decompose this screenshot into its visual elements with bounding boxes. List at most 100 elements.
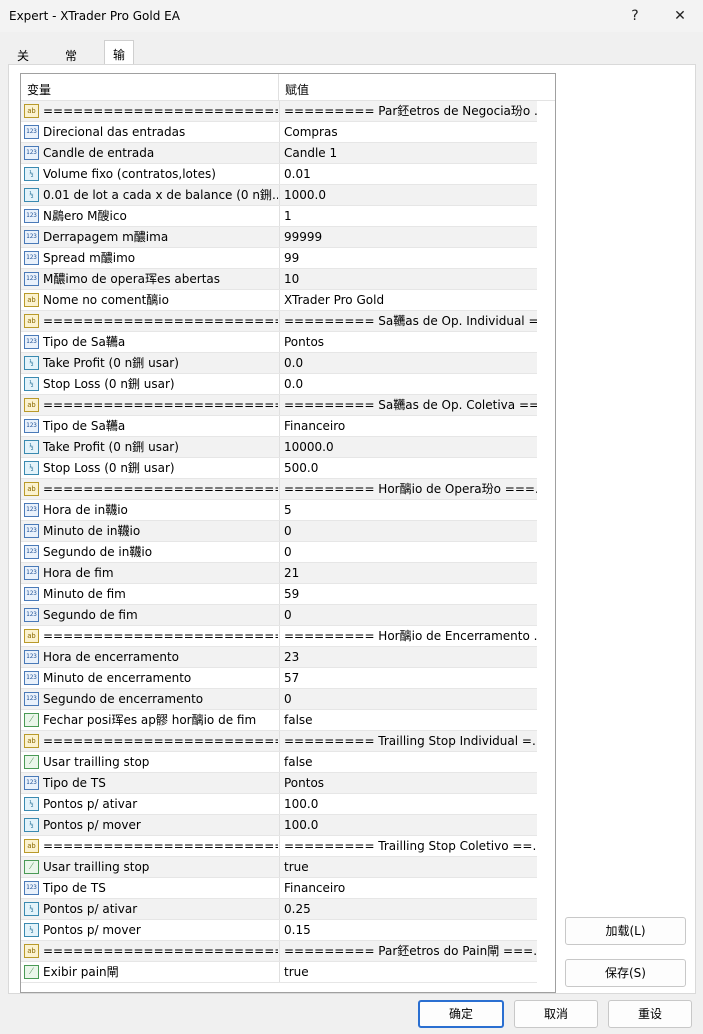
value-cell[interactable]: 100.0 [279, 815, 537, 835]
value-cell[interactable]: 10000.0 [279, 437, 537, 457]
table-row[interactable]: 123 Minuto de encerramento 57 [21, 668, 537, 689]
value-cell[interactable]: 0 [279, 605, 537, 625]
value-cell[interactable]: 1000.0 [279, 185, 537, 205]
table-row[interactable]: 123 Segundo de fim 0 [21, 605, 537, 626]
save-button[interactable]: 保存(S) [565, 959, 686, 987]
value-cell[interactable]: Pontos [279, 332, 537, 352]
value-cell[interactable]: 59 [279, 584, 537, 604]
table-row[interactable]: ab =========================...========= … [21, 941, 537, 962]
table-row[interactable]: 123 N鷐ero M醙ico 1 [21, 206, 537, 227]
help-button[interactable]: ? [620, 4, 650, 28]
value-cell[interactable]: 100.0 [279, 794, 537, 814]
variable-name: Stop Loss (0 n鉶 usar) [43, 461, 175, 475]
tab-about[interactable]: 关于 [8, 41, 38, 80]
table-row[interactable]: 123 Minuto de in韈io 0 [21, 521, 537, 542]
value-cell[interactable]: 23 [279, 647, 537, 667]
value-cell[interactable]: true [279, 962, 537, 982]
table-row[interactable]: 123 Segundo de encerramento 0 [21, 689, 537, 710]
value-cell[interactable]: ========= Par鉟etros de Negocia玢o ... [279, 101, 537, 121]
value-cell[interactable]: Pontos [279, 773, 537, 793]
value-cell[interactable]: 10 [279, 269, 537, 289]
variable-name: Segundo de encerramento [43, 692, 204, 706]
value-cell[interactable]: Candle 1 [279, 143, 537, 163]
value-cell[interactable]: 57 [279, 668, 537, 688]
cancel-button[interactable]: 取消 [514, 1000, 598, 1028]
table-row[interactable]: 123 Minuto de fim 59 [21, 584, 537, 605]
value-cell[interactable]: ========= Sa韉as de Op. Individual =... [279, 311, 537, 331]
value-cell[interactable]: 0.15 [279, 920, 537, 940]
value-cell[interactable]: true [279, 857, 537, 877]
value-cell[interactable]: ========= Trailling Stop Coletivo ==... [279, 836, 537, 856]
table-row[interactable]: 123 Tipo de Sa韉a Financeiro [21, 416, 537, 437]
value-cell[interactable]: Financeiro [279, 416, 537, 436]
table-row[interactable]: ½ Pontos p/ mover 0.15 [21, 920, 537, 941]
table-row[interactable]: 123 Derrapagem m醲ima 99999 [21, 227, 537, 248]
table-row[interactable]: 123 Spread m醲imo 99 [21, 248, 537, 269]
load-button[interactable]: 加载(L) [565, 917, 686, 945]
value-cell[interactable]: 0.25 [279, 899, 537, 919]
value-cell[interactable]: XTrader Pro Gold [279, 290, 537, 310]
reset-button[interactable]: 重设 [608, 1000, 692, 1028]
value-cell[interactable]: 5 [279, 500, 537, 520]
table-row[interactable]: ab =========================...========= … [21, 626, 537, 647]
table-row[interactable]: ab =========================...========= … [21, 836, 537, 857]
table-row[interactable]: ½ Take Profit (0 n鉶 usar) 10000.0 [21, 437, 537, 458]
table-row[interactable]: 123 Direcional das entradas Compras [21, 122, 537, 143]
table-row[interactable]: ab =========================...========= … [21, 731, 537, 752]
table-row[interactable]: ½ Pontos p/ ativar 100.0 [21, 794, 537, 815]
table-row[interactable]: 123 Hora de in韈io 5 [21, 500, 537, 521]
table-row[interactable]: 123 Hora de encerramento 23 [21, 647, 537, 668]
table-row[interactable]: 123 M醲imo de opera珲es abertas 10 [21, 269, 537, 290]
value-cell[interactable]: Financeiro [279, 878, 537, 898]
table-row[interactable]: ab =========================...========= … [21, 395, 537, 416]
value-cell[interactable]: ========= Sa韉as de Op. Coletiva ==... [279, 395, 537, 415]
value-cell[interactable]: 500.0 [279, 458, 537, 478]
table-row[interactable]: ⁄ Fechar posi珲es ap髎 hor醨io de fim false [21, 710, 537, 731]
column-header-value[interactable]: 赋值 [279, 74, 309, 101]
table-row[interactable]: ⁄ Usar trailling stop true [21, 857, 537, 878]
value-cell[interactable]: ========= Hor醨io de Encerramento ... [279, 626, 537, 646]
value-cell[interactable]: ========= Trailling Stop Individual =... [279, 731, 537, 751]
table-row[interactable]: ab =========================...========= … [21, 101, 537, 122]
table-row[interactable]: 123 Tipo de TS Pontos [21, 773, 537, 794]
value-cell[interactable]: 99999 [279, 227, 537, 247]
value-cell[interactable]: 0 [279, 689, 537, 709]
tab-common[interactable]: 常用 [56, 41, 86, 80]
table-row[interactable]: ⁄ Usar trailling stop false [21, 752, 537, 773]
value-cell[interactable]: 0.01 [279, 164, 537, 184]
table-row[interactable]: ⁄ Exibir pain閘 true [21, 962, 537, 983]
table-row[interactable]: 123 Candle de entrada Candle 1 [21, 143, 537, 164]
table-row[interactable]: ½ Volume fixo (contratos,lotes) 0.01 [21, 164, 537, 185]
table-row[interactable]: ab Nome no coment醨io XTrader Pro Gold [21, 290, 537, 311]
value-cell[interactable]: Compras [279, 122, 537, 142]
ok-button[interactable]: 确定 [418, 1000, 504, 1028]
table-row[interactable]: 123 Tipo de Sa韉a Pontos [21, 332, 537, 353]
value-cell[interactable]: false [279, 710, 537, 730]
table-row[interactable]: ab =========================...========= … [21, 479, 537, 500]
value-cell[interactable]: 0 [279, 521, 537, 541]
tab-inputs[interactable]: 输入参数 [104, 40, 135, 113]
table-row[interactable]: ½ Stop Loss (0 n鉶 usar) 0.0 [21, 374, 537, 395]
table-row[interactable]: ½ Stop Loss (0 n鉶 usar) 500.0 [21, 458, 537, 479]
variable-name: =========================... [43, 629, 278, 643]
variable-name: N鷐ero M醙ico [43, 209, 127, 223]
value-cell[interactable]: ========= Hor醨io de Opera玢o ===... [279, 479, 537, 499]
table-row[interactable]: 123 Tipo de TS Financeiro [21, 878, 537, 899]
value-cell[interactable]: 0.0 [279, 374, 537, 394]
value-cell[interactable]: false [279, 752, 537, 772]
close-button[interactable]: ✕ [665, 4, 695, 28]
table-row[interactable]: 123 Hora de fim 21 [21, 563, 537, 584]
value-cell[interactable]: 0.0 [279, 353, 537, 373]
table-row[interactable]: ½ 0.01 de lot a cada x de balance (0 n鉶..… [21, 185, 537, 206]
table-row[interactable]: ab =========================...========= … [21, 311, 537, 332]
table-row[interactable]: 123 Segundo de in韈io 0 [21, 542, 537, 563]
value-cell[interactable]: 0 [279, 542, 537, 562]
value-cell[interactable]: 99 [279, 248, 537, 268]
column-header-variable[interactable]: 变量 [21, 74, 51, 101]
value-cell[interactable]: 21 [279, 563, 537, 583]
value-cell[interactable]: 1 [279, 206, 537, 226]
table-row[interactable]: ½ Pontos p/ mover 100.0 [21, 815, 537, 836]
table-row[interactable]: ½ Pontos p/ ativar 0.25 [21, 899, 537, 920]
value-cell[interactable]: ========= Par鉟etros do Pain閘 ===... [279, 941, 537, 961]
table-row[interactable]: ½ Take Profit (0 n鉶 usar) 0.0 [21, 353, 537, 374]
